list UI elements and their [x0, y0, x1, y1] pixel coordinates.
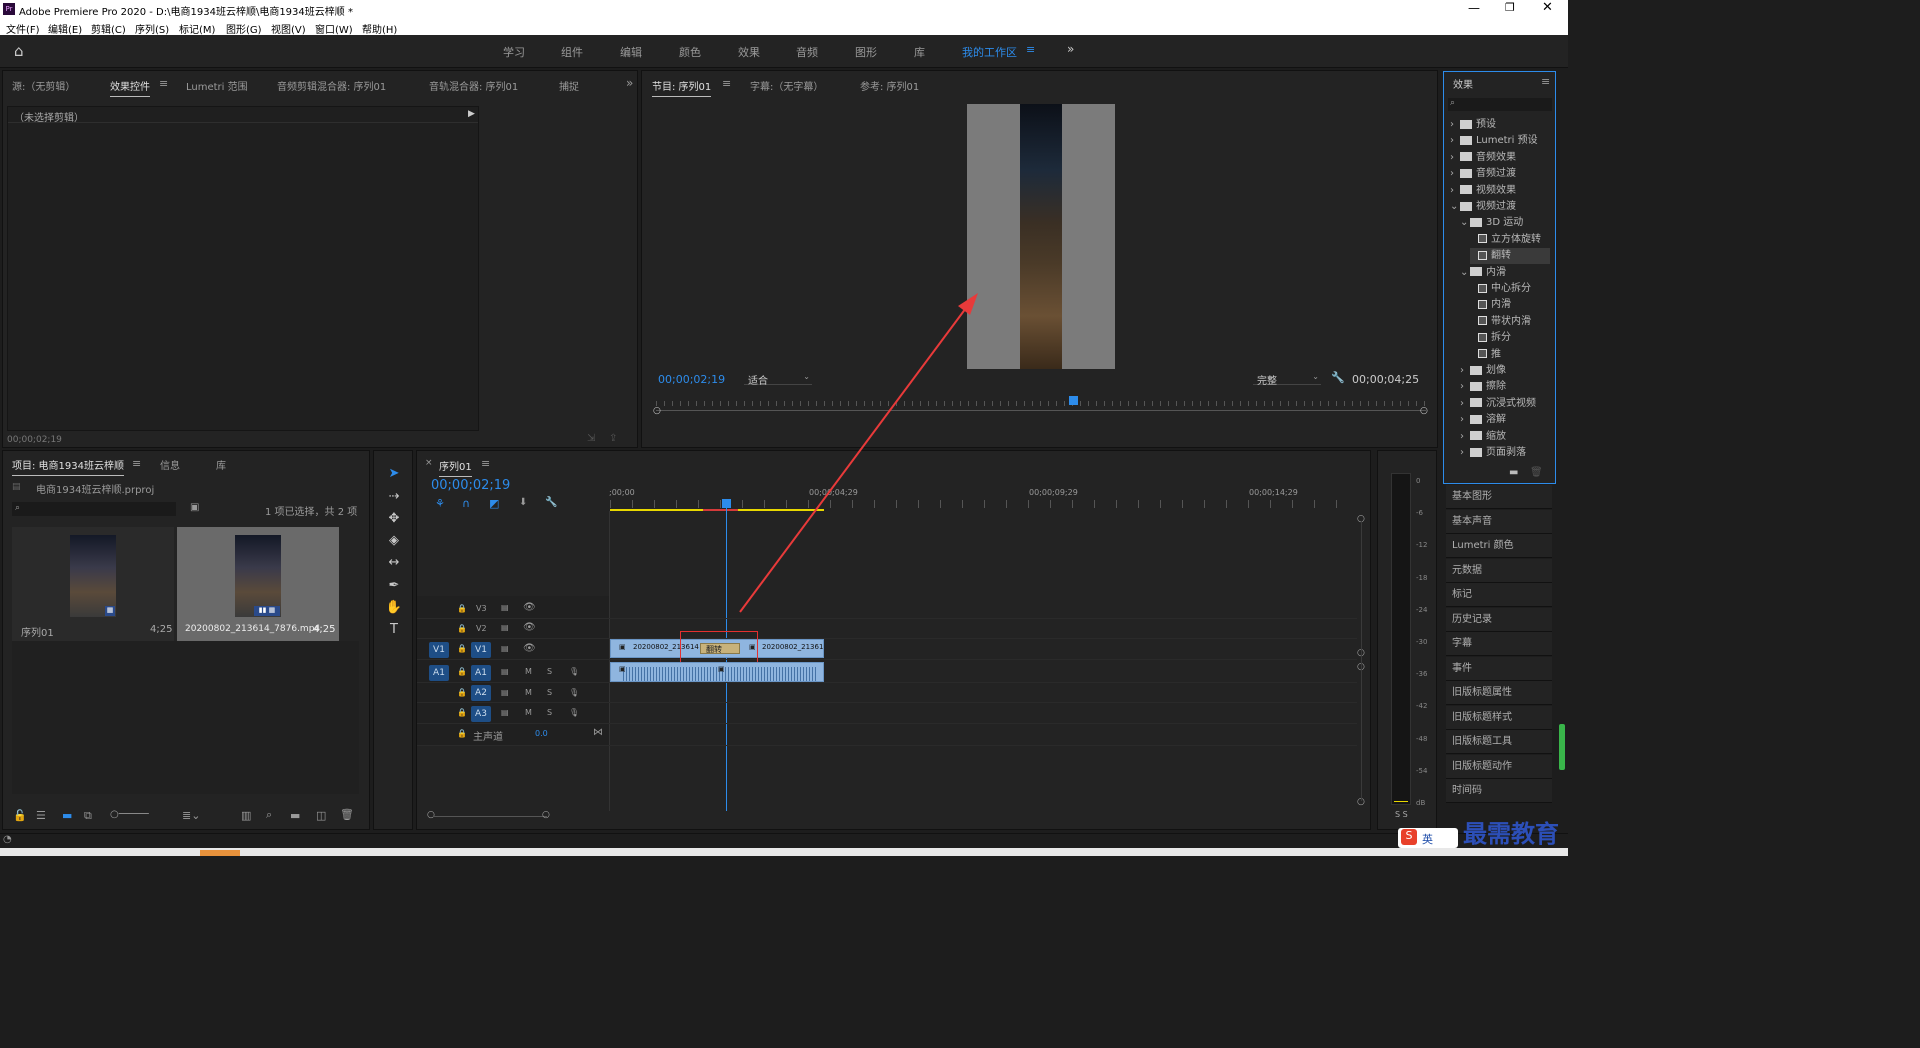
annotation-arrow — [739, 293, 978, 613]
sogou-icon: S — [1401, 829, 1417, 845]
status-icon: ◔ — [3, 834, 12, 845]
ime-indicator[interactable]: S 英 — [1398, 828, 1458, 848]
ime-mode: 英 — [1422, 833, 1433, 846]
taskbar-highlight — [200, 850, 240, 856]
arrow-line — [739, 307, 967, 613]
taskbar — [0, 848, 1568, 856]
status-bar: ◔ — [0, 833, 1568, 848]
arrow-head — [958, 293, 978, 315]
watermark: 最需教育 — [1463, 819, 1559, 848]
